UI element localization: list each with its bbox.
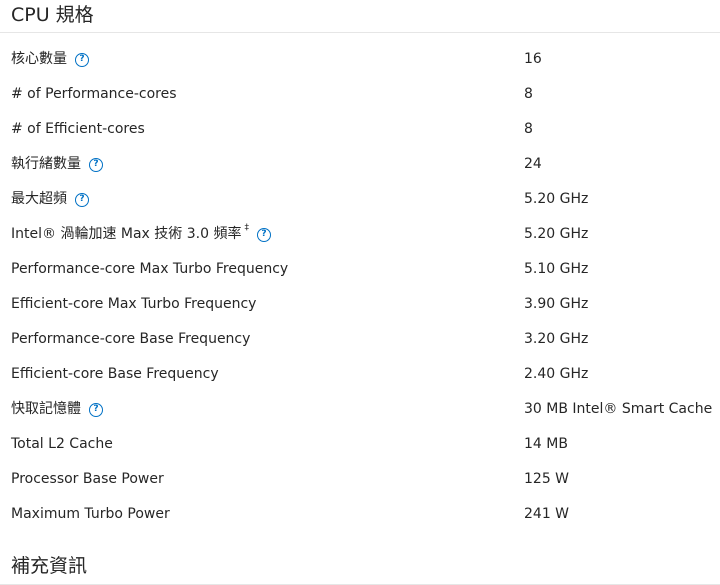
spec-value: 3.20 GHz	[524, 331, 589, 347]
spec-row: Maximum Turbo Power 241 W	[0, 497, 720, 532]
help-icon[interactable]: ?	[89, 402, 103, 417]
spec-value: 5.10 GHz	[524, 261, 589, 277]
spec-label-cell: Efficient-core Max Turbo Frequency	[11, 287, 256, 322]
spec-label-cell: Intel® 渦輪加速 Max 技術 3.0 頻率 ‡?	[11, 217, 271, 252]
spec-value: 3.90 GHz	[524, 296, 589, 312]
spec-label: 最大超頻	[11, 191, 67, 207]
spec-label-cell: Processor Base Power	[11, 462, 164, 497]
spec-label-cell: Efficient-core Base Frequency	[11, 357, 219, 392]
spec-label-cell: Performance-core Base Frequency	[11, 322, 250, 357]
spec-row: Processor Base Power 125 W	[0, 462, 720, 497]
spec-row: Performance-core Base Frequency 3.20 GHz	[0, 322, 720, 357]
spec-value: 5.20 GHz	[524, 191, 589, 207]
spec-label: # of Efficient-cores	[11, 121, 145, 137]
spec-label: 快取記憶體	[11, 401, 81, 417]
spec-value: 30 MB Intel® Smart Cache	[524, 401, 713, 417]
spec-label: Maximum Turbo Power	[11, 506, 170, 522]
spec-label: Processor Base Power	[11, 471, 164, 487]
spec-label-cell: # of Performance-cores	[11, 77, 177, 112]
spec-row: Efficient-core Base Frequency 2.40 GHz	[0, 357, 720, 392]
spec-label: Efficient-core Max Turbo Frequency	[11, 296, 257, 312]
spec-row: Total L2 Cache 14 MB	[0, 427, 720, 462]
spec-row: Efficient-core Max Turbo Frequency 3.90 G…	[0, 287, 720, 322]
spec-label: Performance-core Max Turbo Frequency	[11, 261, 289, 277]
spec-row: # of Efficient-cores 8	[0, 112, 720, 147]
spec-label: Performance-core Base Frequency	[11, 331, 251, 347]
help-icon[interactable]: ?	[89, 157, 103, 172]
spec-row: 執行緒數量? 24	[0, 147, 720, 182]
spec-list: 核心數量? 16 # of Performance-cores 8 # of Effic…	[0, 42, 720, 532]
spec-value: 241 W	[524, 506, 570, 522]
spec-label: 執行緒數量	[11, 156, 81, 172]
spec-value: 8	[524, 121, 533, 137]
spec-label-cell: # of Efficient-cores	[11, 112, 145, 147]
spec-value: 5.20 GHz	[524, 226, 589, 242]
spec-label: 核心數量	[11, 51, 67, 67]
spec-value: 125 W	[524, 471, 570, 487]
spec-label-cell: 最大超頻?	[11, 182, 89, 217]
spec-value: 2.40 GHz	[524, 366, 589, 382]
spec-row: 最大超頻? 5.20 GHz	[0, 182, 720, 217]
spec-label-cell: 核心數量?	[11, 42, 89, 77]
spec-row: Intel® 渦輪加速 Max 技術 3.0 頻率 ‡? 5.20 GHz	[0, 217, 720, 252]
footnote-mark: ‡	[244, 223, 249, 233]
spec-label-cell: Total L2 Cache	[11, 427, 113, 462]
spec-label: Efficient-core Base Frequency	[11, 366, 219, 382]
section-divider	[0, 32, 720, 33]
help-icon[interactable]: ?	[75, 192, 89, 207]
spec-row: Performance-core Max Turbo Frequency 5.10…	[0, 252, 720, 287]
spec-label: # of Performance-cores	[11, 86, 177, 102]
help-icon[interactable]: ?	[75, 52, 89, 67]
spec-value: 8	[524, 86, 533, 102]
section-title-cpu-specs: CPU 規格	[11, 4, 94, 26]
spec-label-cell: 執行緒數量?	[11, 147, 103, 182]
spec-value: 16	[524, 51, 542, 67]
spec-row: 核心數量? 16	[0, 42, 720, 77]
spec-value: 24	[524, 156, 542, 172]
spec-label: Intel® 渦輪加速 Max 技術 3.0 頻率	[11, 226, 242, 242]
spec-label-cell: 快取記憶體?	[11, 392, 103, 427]
section-title-extra-info: 補充資訊	[11, 555, 88, 577]
spec-label: Total L2 Cache	[11, 436, 113, 452]
spec-row: # of Performance-cores 8	[0, 77, 720, 112]
help-icon[interactable]: ?	[256, 227, 271, 242]
spec-label-cell: Performance-core Max Turbo Frequency	[11, 252, 288, 287]
spec-row: 快取記憶體? 30 MB Intel® Smart Cache	[0, 392, 720, 427]
spec-label-cell: Maximum Turbo Power	[11, 497, 170, 532]
spec-value: 14 MB	[524, 436, 568, 452]
